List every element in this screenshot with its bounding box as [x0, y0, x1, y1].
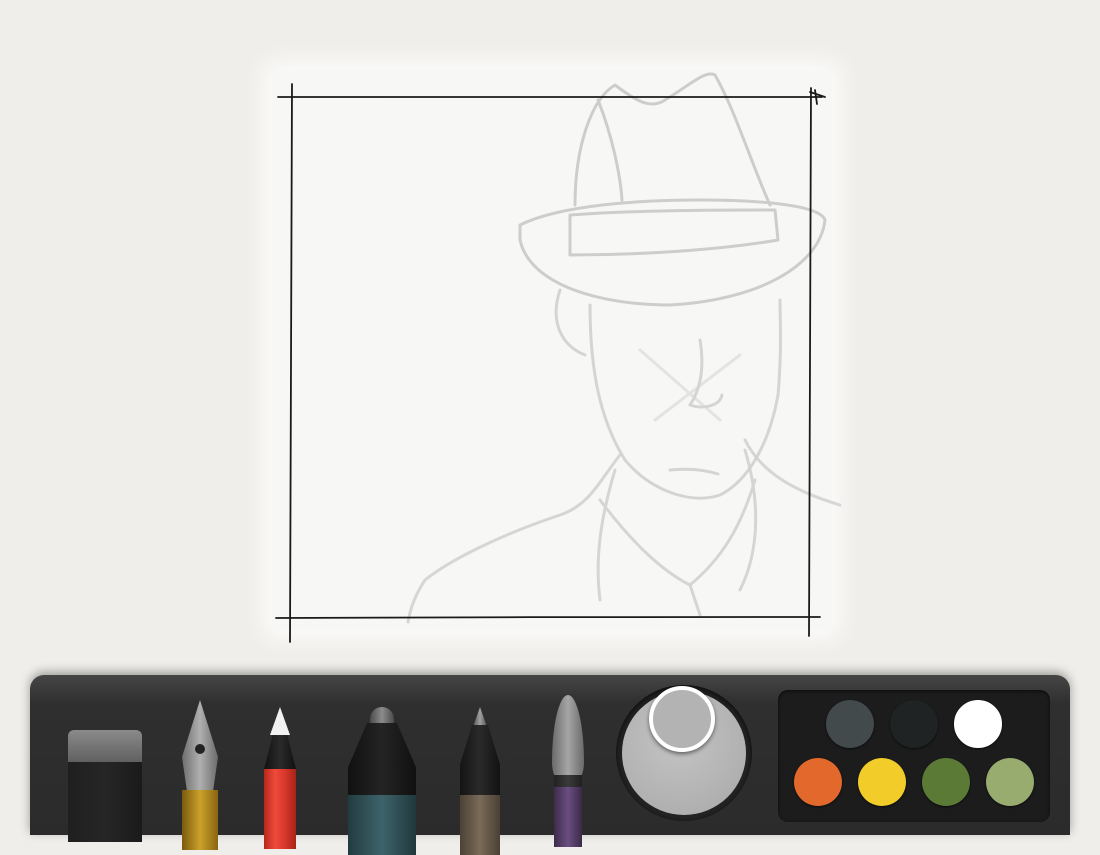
frame-lines — [275, 83, 826, 643]
swatch-white[interactable] — [954, 700, 1002, 748]
swatch-charcoal[interactable] — [890, 700, 938, 748]
fine-pen-tip-icon — [473, 707, 487, 727]
color-palette — [778, 690, 1050, 822]
tool-tray — [30, 675, 1070, 855]
nib-hole — [195, 744, 205, 754]
pencil-lead — [270, 707, 290, 735]
swatch-green[interactable] — [922, 758, 970, 806]
marker-cap — [348, 723, 416, 797]
current-color-knob[interactable] — [649, 686, 715, 752]
swatch-orange[interactable] — [794, 758, 842, 806]
brush-bristle-icon — [552, 695, 584, 779]
fountain-pen-tool[interactable] — [178, 700, 222, 850]
color-mixer-wheel[interactable] — [616, 685, 752, 821]
swatch-light-green[interactable] — [986, 758, 1034, 806]
marker-tool[interactable] — [348, 707, 416, 855]
pencil-barrel — [264, 769, 296, 849]
brush-tool[interactable] — [548, 695, 588, 847]
hat-sketch — [518, 72, 827, 307]
drawing-canvas[interactable] — [0, 0, 1100, 680]
face-sketch — [554, 288, 782, 500]
swatch-yellow[interactable] — [858, 758, 906, 806]
fountain-pen-barrel — [182, 790, 218, 850]
swatch-dark-gray[interactable] — [826, 700, 874, 748]
pencil-tool[interactable] — [258, 707, 302, 849]
marker-barrel — [348, 795, 416, 855]
brush-barrel — [554, 787, 582, 847]
sketch-drawing — [275, 72, 842, 643]
eraser-body — [68, 762, 142, 842]
body-sketch — [406, 438, 842, 624]
fine-pen-tool[interactable] — [458, 707, 502, 855]
eraser-cap — [68, 730, 142, 764]
fine-pen-barrel — [460, 795, 500, 855]
fine-pen-cap — [460, 725, 500, 797]
eraser-tool[interactable] — [68, 730, 142, 842]
